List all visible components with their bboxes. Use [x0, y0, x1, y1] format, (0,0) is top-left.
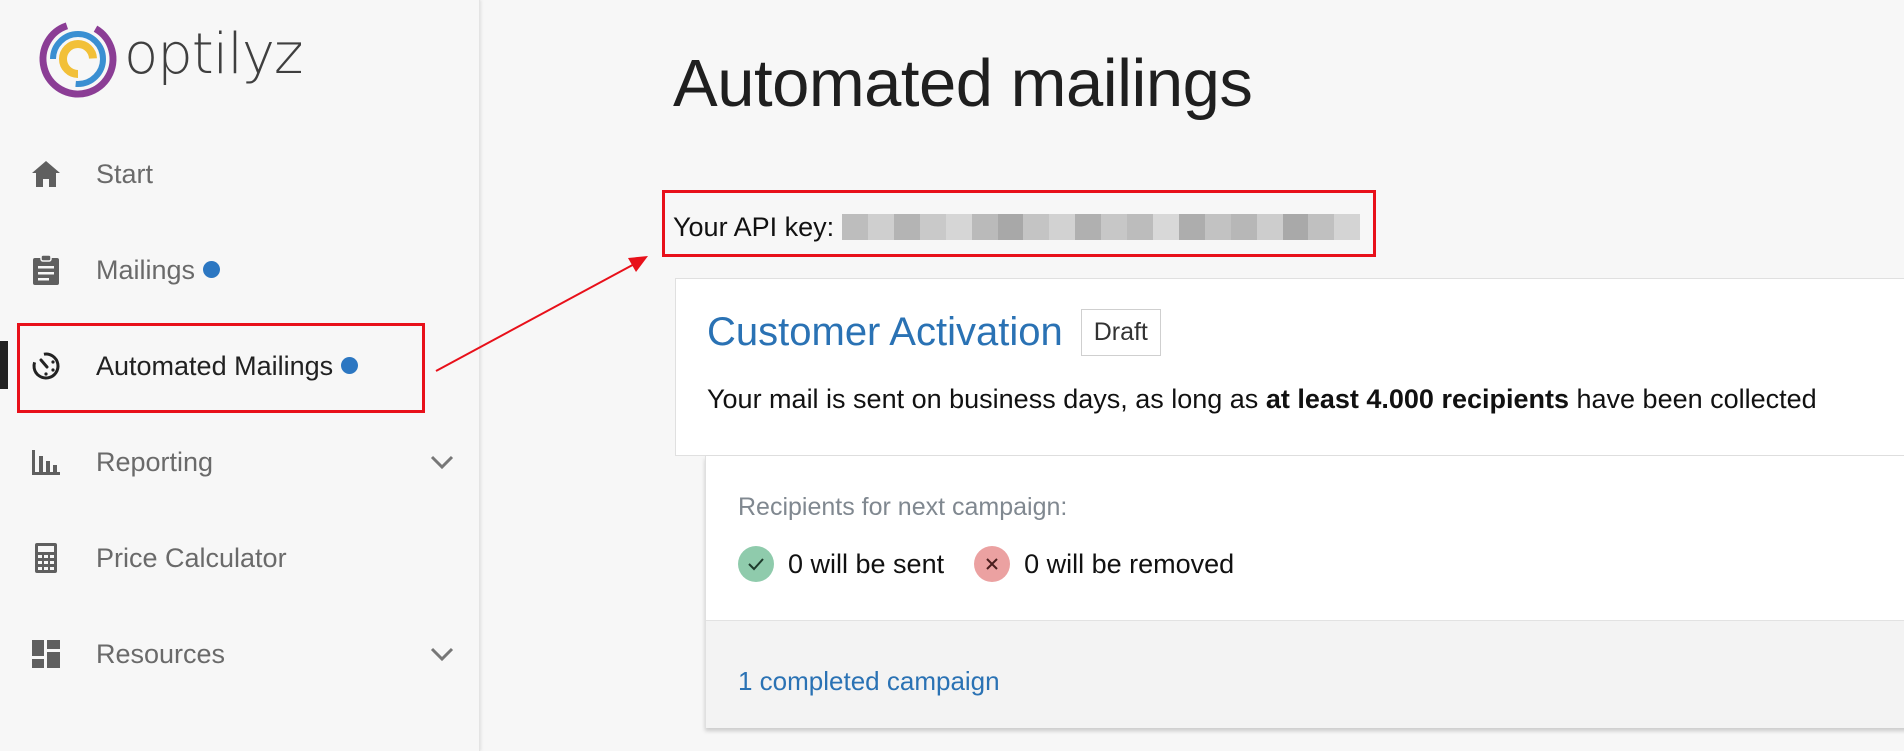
- campaign-description: Your mail is sent on business days, as l…: [707, 384, 1817, 415]
- sidebar-item-start[interactable]: Start: [0, 144, 480, 204]
- campaign-card: Customer Activation Draft Your mail is s…: [675, 278, 1904, 456]
- sidebar-item-reporting[interactable]: Reporting: [0, 432, 480, 492]
- clipboard-icon: [30, 254, 62, 286]
- will-be-removed-count: 0 will be removed: [1024, 548, 1235, 579]
- recipients-footer: 1 completed campaign: [706, 620, 1904, 728]
- check-icon: [738, 546, 774, 582]
- highlight-box-api-key: [662, 190, 1376, 257]
- home-icon: [30, 158, 62, 190]
- dashboard-icon: [30, 638, 62, 670]
- description-text: Your mail is sent on business days, as l…: [707, 384, 1266, 414]
- chevron-down-icon[interactable]: [428, 640, 456, 668]
- sidebar-item-mailings[interactable]: Mailings: [0, 240, 480, 300]
- sidebar-item-label: Price Calculator: [96, 542, 287, 573]
- sidebar-item-price-calculator[interactable]: Price Calculator: [0, 528, 480, 588]
- completed-campaigns-link[interactable]: 1 completed campaign: [738, 666, 1000, 697]
- sidebar-item-label: Resources: [96, 638, 226, 669]
- status-badge: Draft: [1080, 309, 1161, 356]
- brand-logo[interactable]: optilyz: [38, 20, 303, 100]
- close-icon: [974, 546, 1011, 582]
- sidebar-item-label: Reporting: [96, 446, 214, 477]
- page-title: Automated mailings: [673, 46, 1253, 121]
- highlight-box-nav: [17, 323, 425, 413]
- campaign-header: Customer Activation Draft: [707, 309, 1161, 356]
- campaign-title-link[interactable]: Customer Activation: [707, 310, 1063, 355]
- description-text: have been collected: [1569, 384, 1817, 414]
- description-threshold: at least 4.000 recipients: [1265, 384, 1569, 414]
- notification-dot: [203, 261, 221, 279]
- sidebar-item-label: Mailings: [96, 254, 196, 285]
- chevron-down-icon[interactable]: [428, 448, 456, 476]
- calculator-icon: [30, 542, 62, 574]
- bar-chart-icon: [30, 446, 62, 478]
- sidebar-item-label: Start: [96, 158, 154, 189]
- recipients-panel: Recipients for next campaign: 0 will be …: [705, 456, 1904, 728]
- optilyz-logo-icon: [39, 20, 117, 98]
- recipients-label: Recipients for next campaign:: [738, 493, 1068, 521]
- brand-name: optilyz: [124, 21, 303, 87]
- recipients-status: 0 will be sent 0 will be removed: [738, 546, 1234, 582]
- sidebar-item-resources[interactable]: Resources: [0, 624, 480, 684]
- app-root: optilyz Start Mailings Automated Mailing…: [0, 0, 1904, 751]
- will-be-sent-count: 0 will be sent: [788, 548, 945, 579]
